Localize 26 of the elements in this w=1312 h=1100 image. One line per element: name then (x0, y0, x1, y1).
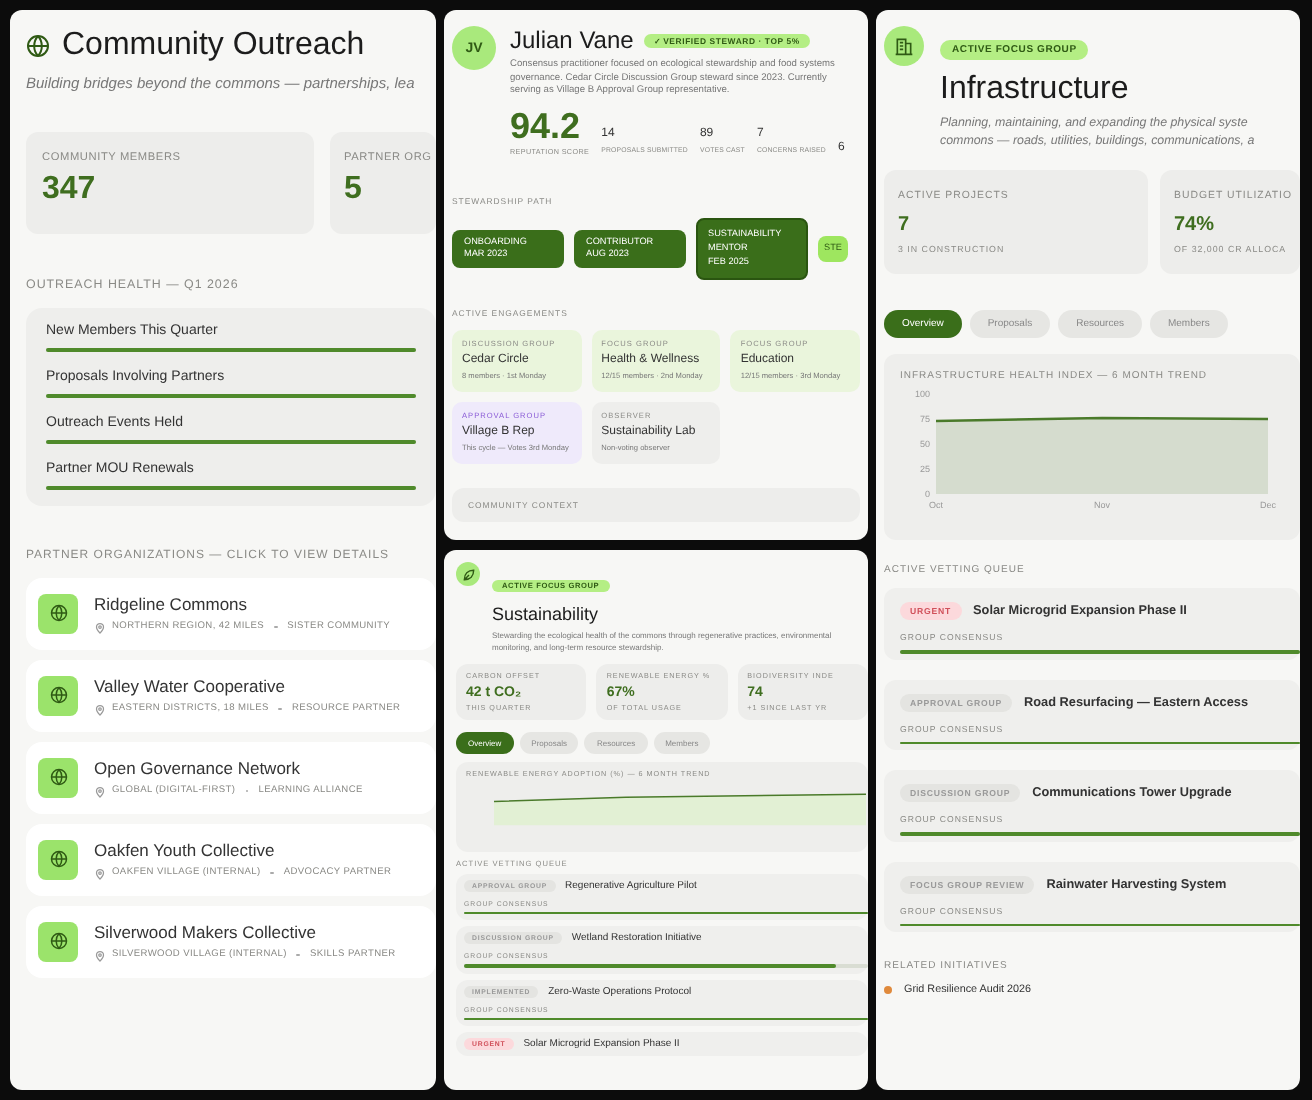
building-icon (884, 26, 924, 66)
stat-value: 5 (344, 171, 364, 207)
bullet-dot (884, 986, 892, 995)
globe-icon (49, 768, 67, 786)
pin-icon (94, 785, 106, 797)
pin-icon (94, 867, 106, 879)
globe-icon (49, 686, 67, 704)
panel-title: Sustainability (492, 604, 601, 624)
reputation-score: 94.2 (510, 106, 583, 149)
partner-name: Valley Water Cooperative (94, 675, 287, 695)
panel-title: Community Outreach (62, 28, 365, 64)
partner-name: Silverwood Makers Collective (94, 921, 319, 941)
pin-icon (94, 703, 106, 715)
leaf-icon (456, 562, 480, 586)
stat-value: 347 (42, 171, 98, 207)
globe-icon (49, 850, 67, 868)
profile-name: Julian Vane (510, 26, 634, 54)
pin-icon (94, 949, 106, 961)
pin-icon (94, 621, 106, 633)
partner-name: Open Governance Network (94, 757, 302, 777)
partner-name: Ridgeline Commons (94, 593, 250, 613)
globe-icon (49, 604, 67, 622)
partner-name: Oakfen Youth Collective (94, 839, 277, 859)
globe-icon (26, 34, 50, 58)
panel-title: Infrastructure (940, 72, 1131, 108)
globe-icon (49, 932, 67, 950)
